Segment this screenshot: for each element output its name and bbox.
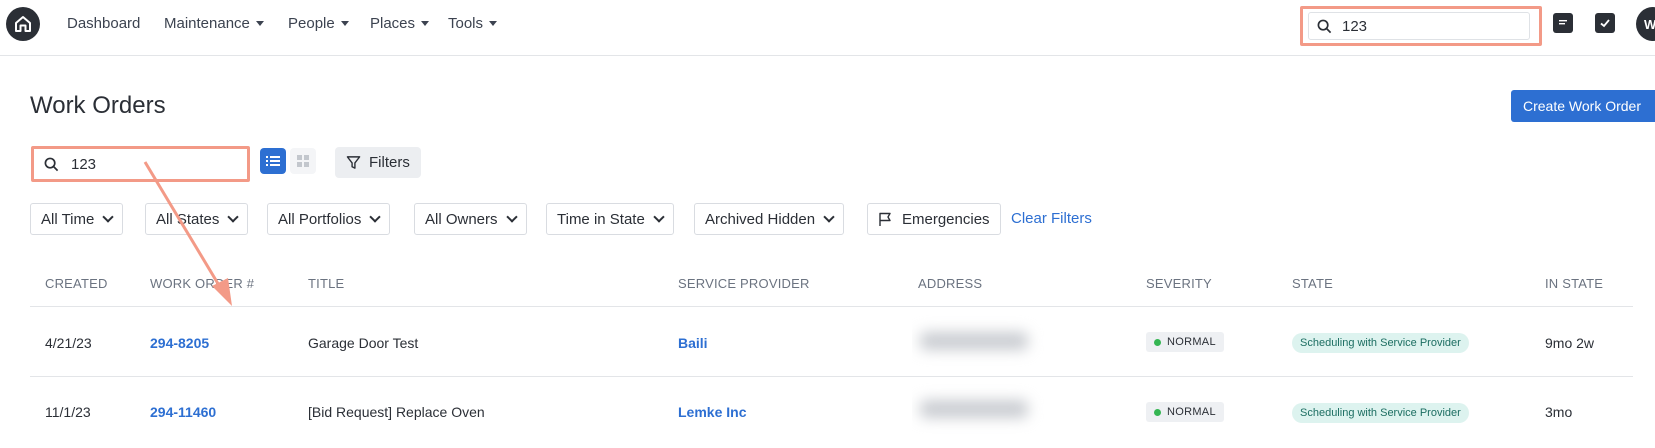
top-nav: Dashboard Maintenance People Places Tool… [0, 0, 1655, 56]
tasks-check-icon[interactable] [1595, 13, 1615, 33]
work-order-link[interactable]: 294-11460 [150, 404, 216, 420]
clear-filters-link[interactable]: Clear Filters [1011, 210, 1092, 227]
severity-dot-icon [1154, 338, 1161, 346]
column-created[interactable]: CREATED [45, 276, 108, 291]
nav-people-label: People [288, 15, 335, 32]
column-address[interactable]: ADDRESS [918, 276, 982, 291]
nav-dashboard[interactable]: Dashboard [67, 15, 140, 32]
severity-badge: NORMAL [1146, 332, 1224, 352]
caret-down-icon [421, 21, 430, 26]
nav-places[interactable]: Places [370, 15, 430, 32]
redaction-blur [920, 332, 1028, 350]
nav-dashboard-label: Dashboard [67, 15, 141, 32]
messages-icon[interactable] [1553, 13, 1573, 33]
filter-emergencies[interactable]: Emergencies [867, 203, 1001, 235]
filter-states[interactable]: All States [145, 203, 249, 235]
chip-label: Archived Hidden [705, 210, 816, 228]
nav-tools[interactable]: Tools [448, 15, 498, 32]
chip-label: Time in State [557, 210, 645, 228]
cell-title: Garage Door Test [308, 335, 419, 351]
global-search-input[interactable] [1342, 17, 1512, 35]
grid-view-icon [297, 155, 309, 167]
filter-funnel-icon [346, 156, 361, 169]
address-redacted [912, 378, 1044, 434]
flag-icon [879, 212, 891, 226]
cell-title: [Bid Request] Replace Oven [308, 404, 485, 420]
cell-created: 11/1/23 [45, 404, 91, 420]
list-search-highlight [31, 146, 250, 182]
state-badge: Scheduling with Service Provider [1292, 403, 1469, 423]
filter-owners[interactable]: All Owners [414, 203, 527, 235]
cell-in-state: 9mo 2w [1545, 335, 1595, 351]
global-search-highlight [1300, 6, 1542, 46]
row-divider [30, 376, 1633, 377]
page-title: Work Orders [30, 92, 166, 119]
caret-down-icon [489, 21, 498, 26]
filter-time-in-state[interactable]: Time in State [546, 203, 674, 235]
redaction-blur [920, 400, 1028, 418]
column-state[interactable]: STATE [1292, 276, 1333, 291]
filter-time[interactable]: All Time [30, 203, 124, 235]
column-service-provider[interactable]: SERVICE PROVIDER [678, 276, 810, 291]
chevron-down-icon [823, 211, 835, 223]
user-avatar[interactable]: W [1636, 7, 1655, 41]
chip-label: All Portfolios [278, 210, 362, 228]
severity-label: NORMAL [1167, 336, 1216, 348]
chevron-down-icon [653, 211, 665, 223]
cell-created: 4/21/23 [45, 335, 92, 351]
filters-button[interactable]: Filters [335, 147, 421, 178]
chevron-down-icon [227, 211, 240, 223]
nav-places-label: Places [370, 15, 416, 32]
chip-label: All Time [41, 210, 95, 228]
create-work-order-button[interactable]: Create Work Order [1511, 90, 1655, 122]
column-work-order[interactable]: WORK ORDER # [150, 276, 254, 291]
list-search-box [38, 151, 241, 177]
state-badge: Scheduling with Service Provider [1292, 333, 1469, 353]
work-order-link[interactable]: 294-8205 [150, 335, 209, 351]
chevron-down-icon [505, 211, 518, 223]
filters-label: Filters [369, 154, 410, 171]
nav-people[interactable]: People [288, 15, 349, 32]
service-provider-link[interactable]: Baili [678, 335, 708, 351]
address-redacted [912, 310, 1044, 374]
caret-down-icon [340, 21, 349, 26]
search-icon [44, 157, 59, 171]
nav-maintenance-label: Maintenance [164, 15, 250, 32]
nav-tools-label: Tools [448, 15, 484, 32]
filter-archived[interactable]: Archived Hidden [694, 203, 845, 235]
column-title[interactable]: TITLE [308, 276, 344, 291]
severity-label: NORMAL [1167, 406, 1216, 418]
column-in-state[interactable]: IN STATE [1545, 276, 1603, 291]
chevron-down-icon [369, 211, 382, 223]
chevron-down-icon [102, 211, 115, 223]
global-search-box [1308, 12, 1530, 40]
list-view-toggle[interactable] [260, 148, 286, 174]
table-header-divider [30, 306, 1633, 307]
severity-dot-icon [1154, 408, 1161, 416]
chip-label: All States [156, 210, 220, 228]
column-severity[interactable]: SEVERITY [1146, 276, 1212, 291]
filter-portfolios[interactable]: All Portfolios [267, 203, 391, 235]
work-order-search-input[interactable] [71, 155, 221, 173]
nav-maintenance[interactable]: Maintenance [164, 15, 264, 32]
home-logo-icon[interactable] [6, 7, 40, 41]
grid-view-toggle[interactable] [290, 148, 316, 174]
caret-down-icon [255, 21, 264, 26]
emergencies-label: Emergencies [902, 210, 990, 228]
list-view-icon [266, 156, 280, 166]
search-icon [1317, 19, 1332, 33]
chip-label: All Owners [425, 210, 498, 228]
service-provider-link[interactable]: Lemke Inc [678, 404, 746, 420]
cell-in-state: 3mo [1545, 404, 1573, 420]
avatar-initial: W [1644, 16, 1655, 32]
severity-badge: NORMAL [1146, 402, 1224, 422]
